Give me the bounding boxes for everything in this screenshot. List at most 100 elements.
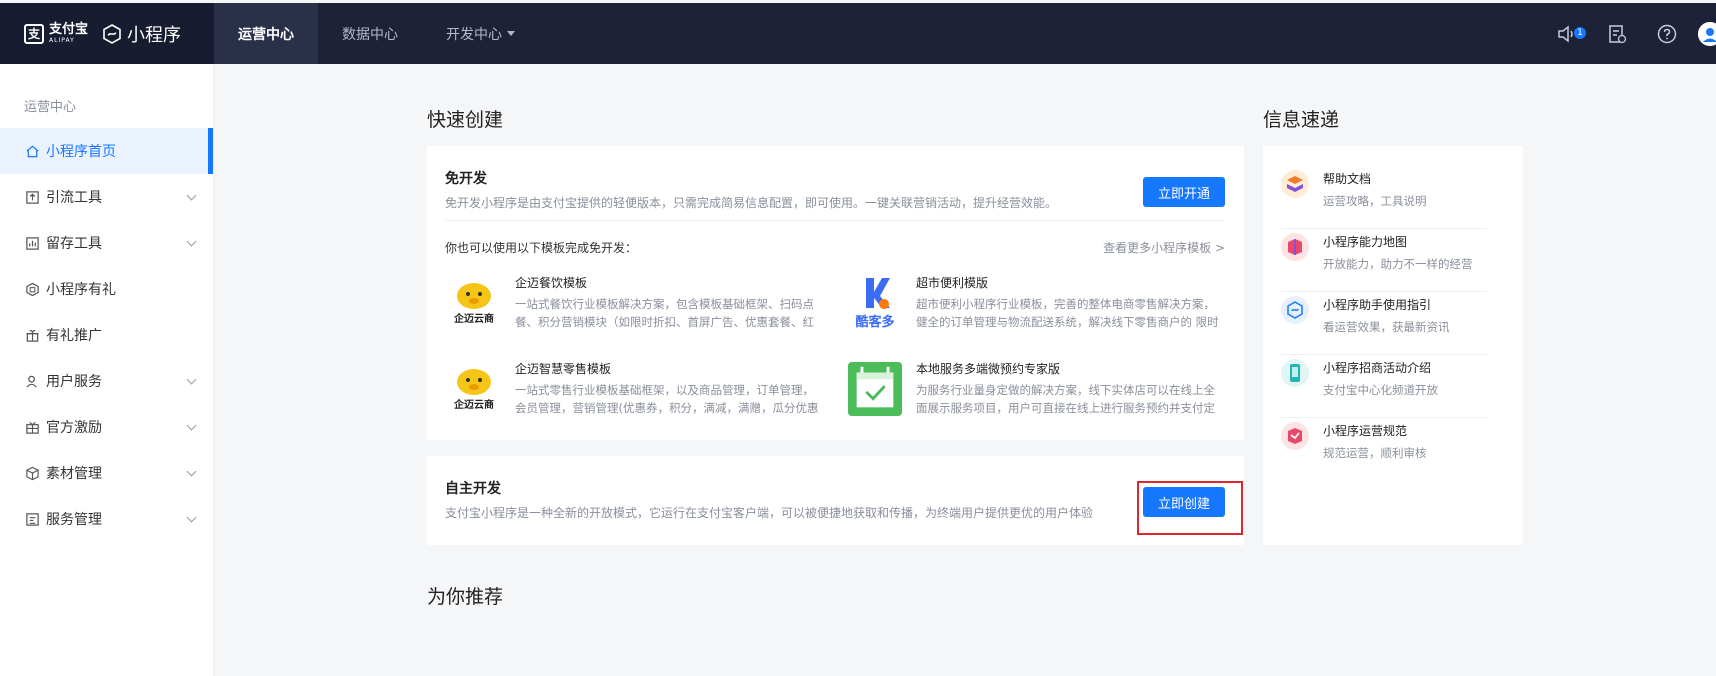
- info-item-operation-rules[interactable]: 小程序运营规范规范运营，顺利审核: [1281, 418, 1487, 481]
- sidebar-item-label: 引流工具: [46, 190, 102, 206]
- self-dev-card: 自主开发 支付宝小程序是一种全新的开放模式，它运行在支付宝客户端，可以被便捷地获…: [427, 456, 1244, 545]
- miniprogram-assistant-icon: [1281, 296, 1309, 324]
- sidebar-item-label: 小程序有礼: [46, 282, 116, 298]
- qimai-logo: 企迈云商: [445, 274, 503, 332]
- sidebar: 运营中心 小程序首页 引流工具 留存工具 小程序有礼 有礼推广 用户服务 官方激…: [0, 64, 214, 676]
- nav-label: 开发中心: [446, 26, 502, 43]
- self-dev-desc: 支付宝小程序是一种全新的开放模式，它运行在支付宝客户端，可以被便捷地获取和传播，…: [445, 506, 1094, 520]
- alipay-mark-icon: 支: [24, 23, 44, 44]
- bar-chart-icon: [24, 235, 40, 251]
- document-icon[interactable]: [1606, 23, 1628, 45]
- chevron-down-icon: [186, 420, 197, 431]
- highlight-box: [1137, 481, 1243, 535]
- sidebar-item-traffic-tools[interactable]: 引流工具: [0, 174, 213, 220]
- sidebar-section-title: 运营中心: [24, 100, 77, 115]
- home-icon: [24, 143, 40, 159]
- top-navbar: 支 支付宝 ALIPAY 小程序 运营中心 数据中心 开发中心 1: [0, 3, 1716, 64]
- user-avatar-icon: [1698, 21, 1716, 46]
- template-name: 本地服务多端微预约专家版: [916, 362, 1061, 376]
- template-card-catering[interactable]: 企迈云商 企迈餐饮模板 一站式餐饮行业模板解决方案，包含模板基础框架、扫码点餐、…: [445, 274, 825, 344]
- chevron-down-icon: [186, 236, 197, 247]
- info-item-sub: 支付宝中心化频道开放: [1323, 383, 1438, 397]
- template-card-supermarket[interactable]: 酷客多 超市便利模版 超市便利小程序行业模板，完善的整体电商零售解决方案，健全的…: [846, 274, 1226, 344]
- svg-text:酷客多: 酷客多: [855, 314, 894, 330]
- kukeduo-logo: 酷客多: [846, 274, 904, 332]
- free-dev-card: 免开发 免开发小程序是由支付宝提供的轻便版本，只需完成简易信息配置，即可使用。一…: [427, 146, 1244, 440]
- info-item-capability-map[interactable]: 小程序能力地图开放能力，助力不一样的经营: [1281, 229, 1487, 292]
- top-right-tools: 1: [1542, 3, 1716, 64]
- open-now-button[interactable]: 立即开通: [1143, 177, 1225, 207]
- nav-label: 运营中心: [238, 26, 294, 43]
- free-dev-desc: 免开发小程序是由支付宝提供的轻便版本，只需完成简易信息配置，即可使用。一键关联营…: [445, 196, 1058, 210]
- nav-label: 数据中心: [342, 26, 398, 43]
- sidebar-item-label: 用户服务: [46, 374, 102, 390]
- cube-icon: [24, 465, 40, 481]
- sidebar-item-label: 留存工具: [46, 236, 102, 252]
- template-desc: 一站式零售行业模板基础框架，以及商品管理，订单管理，会员管理，营销管理(优惠券，…: [515, 383, 819, 415]
- template-card-appointment[interactable]: 本地服务多端微预约专家版 为服务行业量身定做的解决方案，线下实体店可以在线上全面…: [846, 360, 1226, 430]
- template-name: 企迈餐饮模板: [515, 276, 588, 290]
- info-item-assistant-guide[interactable]: 小程序助手使用指引看运营效果，获最新资讯: [1281, 292, 1487, 355]
- info-item-help-doc[interactable]: 帮助文档 运营攻略，工具说明: [1281, 166, 1487, 229]
- help-icon[interactable]: [1656, 23, 1678, 45]
- info-item-sub: 规范运营，顺利审核: [1323, 446, 1427, 460]
- speaker-icon[interactable]: 1: [1556, 23, 1586, 45]
- template-hint: 你也可以使用以下模板完成免开发：: [445, 241, 638, 255]
- product-name: 小程序: [127, 24, 182, 46]
- rules-icon: [1281, 422, 1309, 450]
- template-desc: 超市便利小程序行业模板，完善的整体电商零售解决方案，健全的订单管理与物流配送系统…: [916, 297, 1219, 329]
- calendar-check-icon: [846, 360, 904, 418]
- sidebar-item-label: 官方激励: [46, 420, 102, 436]
- sidebar-item-material[interactable]: 素材管理: [0, 450, 213, 496]
- user-icon: [24, 373, 40, 389]
- template-desc: 为服务行业量身定做的解决方案，线下实体店可以在线上全面展示服务项目，用户可直接在…: [916, 383, 1215, 415]
- template-desc: 一站式餐饮行业模板解决方案，包含模板基础框架、扫码点餐、积分营销模块（如限时折扣…: [515, 297, 814, 329]
- self-dev-title: 自主开发: [445, 481, 501, 497]
- sidebar-item-retention-tools[interactable]: 留存工具: [0, 220, 213, 266]
- chevron-down-icon: [186, 374, 197, 385]
- divider: [445, 220, 1225, 221]
- alipay-name-en: ALIPAY: [49, 37, 75, 44]
- sidebar-item-user-service[interactable]: 用户服务: [0, 358, 213, 404]
- chevron-down-icon: [186, 466, 197, 477]
- sidebar-item-service-management[interactable]: 服务管理: [0, 496, 213, 542]
- svg-text:企迈云商: 企迈云商: [453, 398, 494, 411]
- info-item-sub: 开放能力，助力不一样的经营: [1323, 257, 1473, 271]
- info-item-title: 小程序能力地图: [1323, 235, 1408, 249]
- nav-dev[interactable]: 开发中心: [422, 3, 539, 64]
- main-nav: 运营中心 数据中心 开发中心: [214, 3, 539, 64]
- qimai-logo: 企迈云商: [445, 360, 503, 418]
- info-item-sub: 运营攻略，工具说明: [1323, 194, 1427, 208]
- free-dev-title: 免开发: [445, 171, 487, 187]
- chevron-down-icon: [186, 512, 197, 523]
- quick-create-title: 快速创建: [427, 109, 504, 131]
- recommend-title: 为你推荐: [427, 586, 504, 608]
- sidebar-item-gift-promotion[interactable]: 有礼推广: [0, 312, 213, 358]
- info-item-merchant-activity[interactable]: 小程序招商活动介绍 支付宝中心化频道开放: [1281, 355, 1487, 418]
- miniprogram-icon: [103, 23, 121, 44]
- chevron-down-icon: [186, 190, 197, 201]
- phone-activity-icon: [1281, 359, 1309, 387]
- brand-logo[interactable]: 支 支付宝 ALIPAY 小程序: [0, 3, 214, 64]
- sidebar-item-official-reward[interactable]: 官方激励: [0, 404, 213, 450]
- upload-icon: [24, 189, 40, 205]
- sidebar-item-home[interactable]: 小程序首页: [0, 128, 213, 174]
- info-item-sub: 看运营效果，获最新资讯: [1323, 320, 1450, 334]
- info-item-title: 小程序运营规范: [1323, 424, 1408, 438]
- more-templates-link[interactable]: 查看更多小程序模板 >: [1103, 239, 1225, 256]
- nav-data[interactable]: 数据中心: [318, 3, 422, 64]
- info-item-title: 小程序助手使用指引: [1323, 298, 1432, 312]
- template-card-retail[interactable]: 企迈云商 企迈智慧零售模板 一站式零售行业模板基础框架，以及商品管理，订单管理，…: [445, 360, 825, 430]
- sidebar-item-label: 素材管理: [46, 466, 102, 482]
- info-item-title: 小程序招商活动介绍: [1323, 361, 1432, 375]
- alipay-name: 支付宝: [49, 22, 89, 37]
- alipay-logo: 支 支付宝 ALIPAY: [24, 23, 88, 44]
- service-icon: [24, 511, 40, 527]
- gift-hex-icon: [24, 281, 40, 297]
- avatar[interactable]: [1698, 21, 1716, 46]
- sidebar-item-mini-gift[interactable]: 小程序有礼: [0, 266, 213, 312]
- sidebar-item-label: 有礼推广: [46, 328, 102, 344]
- info-card: 帮助文档 运营攻略，工具说明 小程序能力地图开放能力，助力不一样的经营 小程序助手…: [1263, 146, 1523, 545]
- reward-icon: [24, 419, 40, 435]
- nav-operations[interactable]: 运营中心: [214, 3, 318, 64]
